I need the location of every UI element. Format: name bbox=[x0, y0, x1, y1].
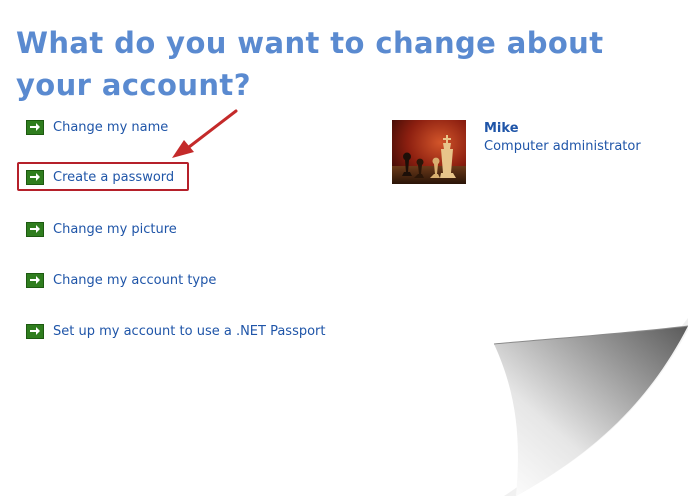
page-curl-decoration bbox=[493, 318, 688, 496]
